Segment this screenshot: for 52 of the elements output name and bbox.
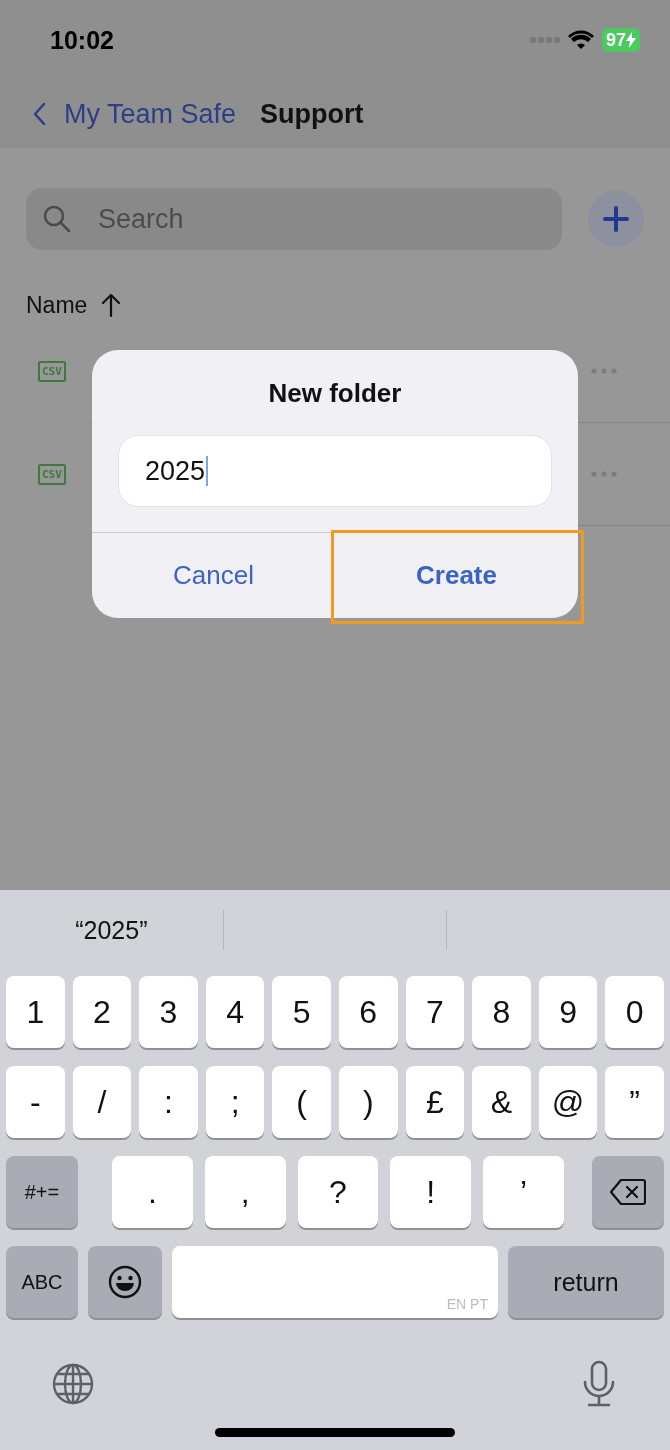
backspace-icon xyxy=(610,1178,646,1206)
search-field[interactable]: Search xyxy=(26,188,562,250)
dialog-title: New folder xyxy=(267,377,403,409)
status-time: 10:02 xyxy=(50,25,114,55)
delete-key[interactable] xyxy=(592,1156,664,1228)
key[interactable]: ” xyxy=(605,1066,664,1138)
key[interactable]: #+= xyxy=(6,1156,78,1228)
key[interactable]: . xyxy=(112,1156,193,1228)
confirm-button[interactable]: Create xyxy=(335,533,578,618)
key[interactable]: 4 xyxy=(205,976,265,1048)
folder-name-field[interactable]: 2025 xyxy=(118,435,552,507)
microphone-icon[interactable] xyxy=(582,1360,616,1408)
wifi-icon xyxy=(567,30,594,50)
key[interactable]: 7 xyxy=(405,976,465,1048)
text-cursor xyxy=(206,456,209,486)
sort-label[interactable]: Name xyxy=(26,291,88,319)
page-title: Support xyxy=(260,98,364,130)
emoji-key[interactable] xyxy=(88,1246,162,1318)
key[interactable]: ! xyxy=(390,1156,472,1228)
chevron-left-icon xyxy=(32,102,46,126)
arrow-up-icon[interactable] xyxy=(101,292,122,318)
key[interactable]: ) xyxy=(338,1066,398,1138)
file-type-icon: CSV xyxy=(38,361,66,382)
key[interactable]: / xyxy=(72,1066,132,1138)
key[interactable]: ; xyxy=(205,1066,265,1138)
key[interactable]: ? xyxy=(297,1156,379,1228)
key[interactable]: 8 xyxy=(472,976,531,1048)
key[interactable]: 3 xyxy=(139,976,198,1048)
globe-icon[interactable] xyxy=(51,1362,95,1406)
key[interactable]: @ xyxy=(538,1066,598,1138)
key[interactable]: : xyxy=(139,1066,198,1138)
key[interactable]: ( xyxy=(272,1066,331,1138)
key[interactable]: 6 xyxy=(338,976,398,1048)
key[interactable]: 5 xyxy=(272,976,331,1048)
key[interactable]: & xyxy=(472,1066,531,1138)
cancel-button[interactable]: Cancel xyxy=(92,533,335,618)
key[interactable]: 0 xyxy=(605,976,664,1048)
key[interactable]: 9 xyxy=(538,976,598,1048)
file-type-icon: CSV xyxy=(38,464,66,485)
key[interactable]: - xyxy=(6,1066,65,1138)
suggestion[interactable]: “2025” xyxy=(75,915,148,945)
smiley-icon xyxy=(108,1265,142,1299)
plus-icon xyxy=(603,206,629,232)
battery-icon: 97 xyxy=(601,28,640,52)
key[interactable]: 1 xyxy=(6,976,65,1048)
key[interactable]: 2 xyxy=(72,976,132,1048)
bolt-icon xyxy=(626,32,636,48)
key[interactable]: ’ xyxy=(483,1156,564,1228)
key[interactable]: £ xyxy=(405,1066,465,1138)
return-key[interactable]: return xyxy=(508,1246,664,1318)
key[interactable]: , xyxy=(204,1156,286,1228)
key[interactable]: ABC xyxy=(6,1246,78,1318)
